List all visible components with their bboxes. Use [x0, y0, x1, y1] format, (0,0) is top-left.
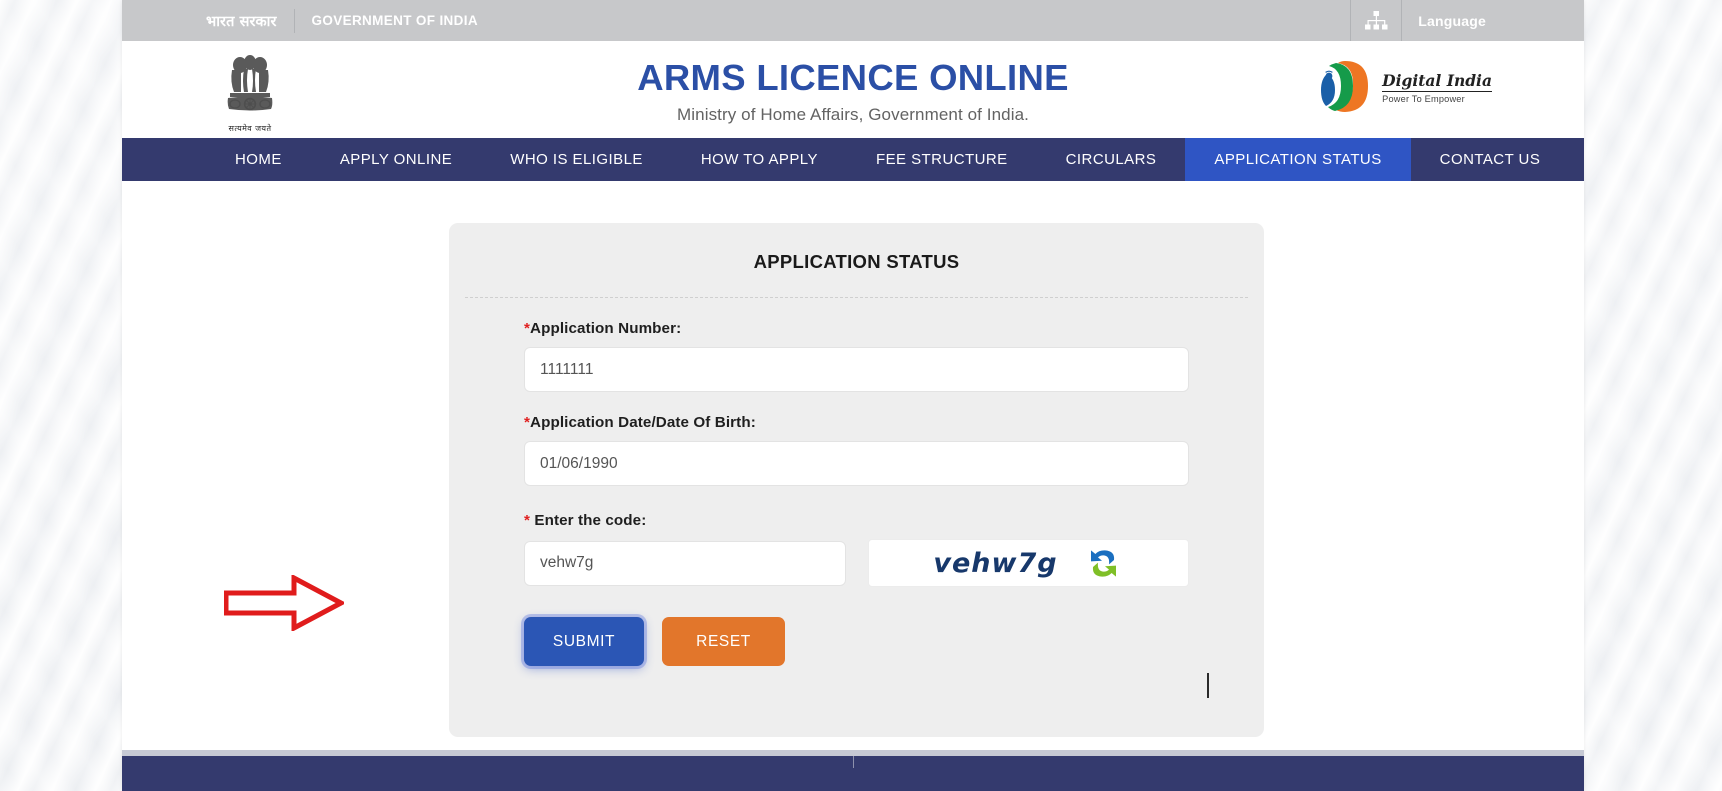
nav-item-fee-structure[interactable]: FEE STRUCTURE — [847, 138, 1037, 181]
red-arrow-annotation — [224, 575, 344, 631]
captcha-group: * Enter the code: vehw7g — [524, 512, 1189, 587]
captcha-input-wrapper — [524, 541, 846, 586]
submit-button[interactable]: SUBMIT — [524, 617, 644, 666]
reset-button[interactable]: RESET — [662, 617, 785, 666]
captcha-label: * Enter the code: — [524, 512, 1189, 529]
masthead: सत्यमेव जयते ARMS LICENCE ONLINE Ministr… — [122, 41, 1584, 138]
digital-india-logo: Digital India Power To Empower — [1314, 57, 1492, 120]
application-date-label: *Application Date/Date Of Birth: — [524, 414, 1189, 431]
application-date-group: *Application Date/Date Of Birth: — [524, 414, 1189, 486]
application-number-label-text: Application Number: — [530, 320, 681, 337]
application-number-input[interactable] — [524, 347, 1189, 392]
government-top-strip: भारत सरकार GOVERNMENT OF INDIA — [122, 0, 1584, 41]
captcha-image: vehw7g — [868, 539, 1189, 587]
footer-tick — [853, 756, 854, 768]
gov-label-hindi: भारत सरकार — [206, 11, 277, 31]
captcha-label-text: Enter the code: — [530, 512, 646, 529]
refresh-captcha-icon[interactable] — [1084, 545, 1124, 581]
sitemap-icon[interactable] — [1351, 0, 1401, 41]
gov-label-english: GOVERNMENT OF INDIA — [312, 13, 478, 28]
application-number-group: *Application Number: — [524, 320, 1189, 392]
nav-item-who-is-eligible[interactable]: WHO IS ELIGIBLE — [481, 138, 672, 181]
nav-item-apply-online[interactable]: APPLY ONLINE — [311, 138, 481, 181]
footer-bar — [122, 756, 1584, 791]
captcha-row: vehw7g — [524, 539, 1189, 587]
language-selector[interactable]: Language — [1402, 13, 1496, 29]
content-area: APPLICATION STATUS *Application Number: … — [122, 181, 1584, 741]
digital-india-logo-icon — [1314, 57, 1376, 120]
digital-india-tagline: Power To Empower — [1382, 95, 1492, 105]
application-status-form: *Application Number: *Application Date/D… — [449, 298, 1264, 666]
captcha-input[interactable] — [524, 541, 846, 586]
gov-label-separator — [294, 9, 295, 33]
footer-gap — [122, 741, 1584, 750]
text-cursor — [1207, 673, 1209, 698]
application-date-label-text: Application Date/Date Of Birth: — [530, 414, 756, 431]
page-container: भारत सरकार GOVERNMENT OF INDIA — [122, 0, 1584, 791]
nav-item-how-to-apply[interactable]: HOW TO APPLY — [672, 138, 847, 181]
nav-item-home[interactable]: HOME — [206, 138, 311, 181]
nav-item-application-status[interactable]: APPLICATION STATUS — [1185, 138, 1410, 181]
gov-strip-utilities: Language — [1350, 0, 1496, 41]
digital-india-text: Digital India Power To Empower — [1382, 73, 1492, 105]
application-date-input[interactable] — [524, 441, 1189, 486]
captcha-image-text: vehw7g — [933, 548, 1057, 579]
form-buttons: SUBMIT RESET — [524, 617, 1189, 666]
application-status-card: APPLICATION STATUS *Application Number: … — [449, 223, 1264, 737]
gov-branding: भारत सरकार GOVERNMENT OF INDIA — [122, 0, 478, 41]
nav-item-circulars[interactable]: CIRCULARS — [1037, 138, 1186, 181]
main-navigation: HOME APPLY ONLINE WHO IS ELIGIBLE HOW TO… — [122, 138, 1584, 181]
digital-india-name: Digital India — [1382, 73, 1492, 92]
nav-item-contact-us[interactable]: CONTACT US — [1411, 138, 1570, 181]
application-number-label: *Application Number: — [524, 320, 1189, 337]
card-title: APPLICATION STATUS — [449, 223, 1264, 273]
